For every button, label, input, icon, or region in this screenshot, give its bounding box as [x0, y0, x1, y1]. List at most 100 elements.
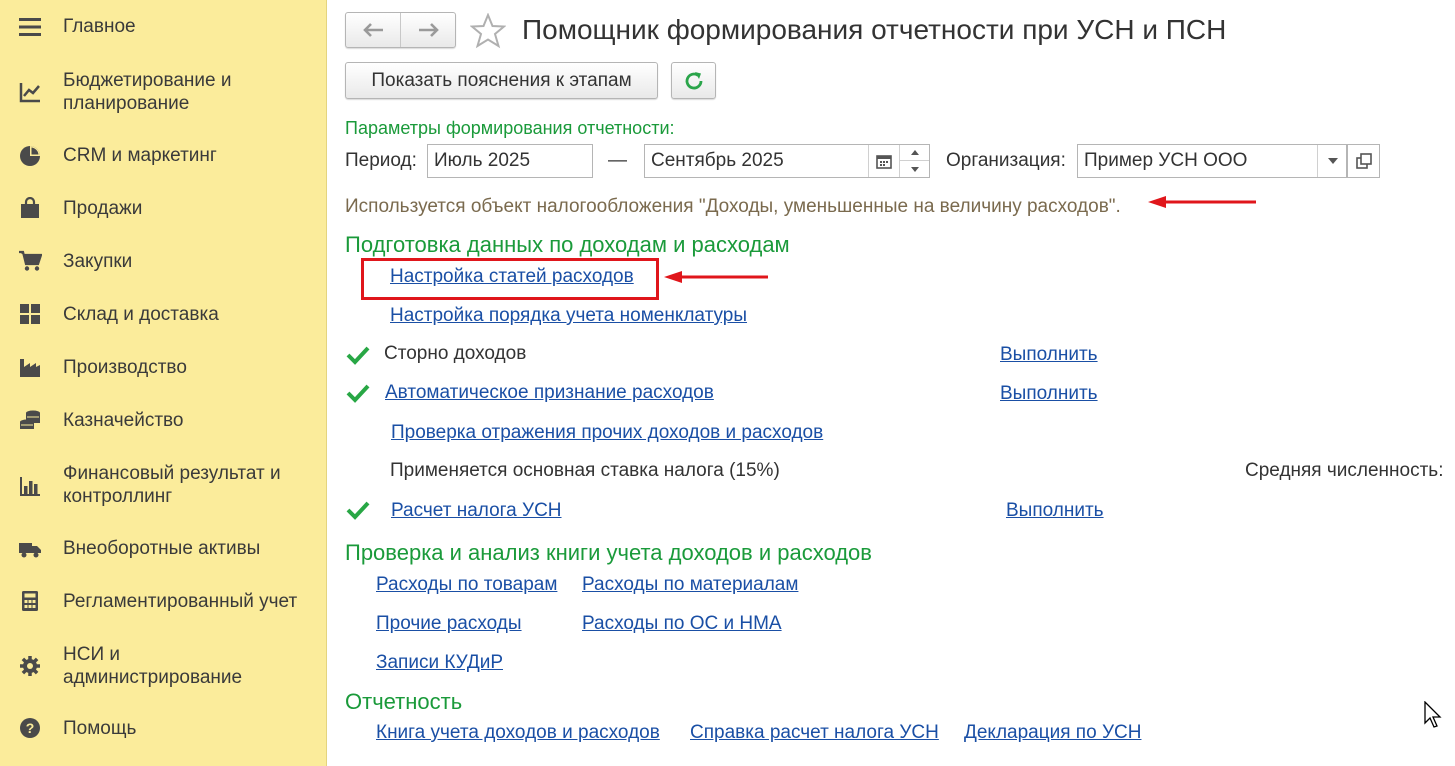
sidebar-item-label: CRM и маркетинг [63, 145, 217, 166]
nav-button-group [345, 12, 456, 48]
sidebar-item-budgeting[interactable]: Бюджетирование и планирование [0, 68, 327, 116]
tax-calc-link[interactable]: Расчет налога УСН [391, 500, 562, 522]
sidebar-item-label: Продажи [63, 198, 143, 219]
show-hints-button[interactable]: Показать пояснения к этапам [345, 62, 658, 99]
other-expenses-link[interactable]: Прочие расходы [376, 613, 522, 635]
goods-expenses-link[interactable]: Расходы по товарам [376, 574, 557, 596]
sidebar-item-label: НСИ и администрирование [63, 644, 243, 688]
gear-icon [18, 654, 42, 678]
sidebar-item-label: Главное [63, 16, 136, 37]
declaration-link[interactable]: Декларация по УСН [964, 722, 1141, 744]
question-icon: ? [18, 716, 42, 740]
materials-expenses-link[interactable]: Расходы по материалам [582, 574, 798, 596]
coins-icon [18, 408, 42, 432]
sidebar-item-label: Помощь [63, 718, 137, 739]
mouse-cursor-icon [1424, 701, 1442, 728]
auto-expenses-link[interactable]: Автоматическое признание расходов [385, 382, 714, 404]
period-to-field[interactable]: Сентябрь 2025 [644, 144, 930, 178]
period-up-button[interactable] [899, 145, 929, 161]
page-title: Помощник формирования отчетности при УСН… [522, 14, 1227, 45]
calendar-button[interactable] [868, 145, 899, 177]
org-label: Организация: [946, 150, 1066, 171]
sidebar: Главное Бюджетирование и планирование CR… [0, 0, 327, 766]
annotation-arrow-2 [664, 271, 768, 283]
kudir-records-link[interactable]: Записи КУДиР [376, 652, 503, 674]
tax-calc-run-link[interactable]: Выполнить [1006, 500, 1104, 522]
period-label: Период: [345, 150, 417, 171]
period-from-field[interactable]: Июль 2025 [427, 144, 593, 178]
org-dropdown-button[interactable] [1317, 145, 1347, 177]
refresh-icon [685, 71, 702, 89]
auto-expenses-run-link[interactable]: Выполнить [1000, 383, 1098, 405]
assets-expenses-link[interactable]: Расходы по ОС и НМА [582, 613, 782, 635]
period-down-button[interactable] [899, 161, 929, 177]
sidebar-item-label: Производство [63, 357, 187, 378]
avg-headcount-label: Средняя численность: [1245, 460, 1444, 481]
pie-chart-icon [18, 144, 42, 168]
shopping-bag-icon [18, 196, 42, 220]
analysis-heading: Проверка и анализ книги учета доходов и … [345, 540, 872, 565]
sidebar-item-label: Казначейство [63, 410, 184, 431]
svg-text:?: ? [26, 720, 35, 736]
menu-lines-icon [18, 15, 42, 39]
budget-chart-icon [18, 80, 42, 104]
tax-object-note: Используется объект налогообложения "Дох… [345, 196, 1121, 217]
reporting-heading: Отчетность [345, 689, 463, 714]
sidebar-item-regulated-accounting[interactable]: Регламентированный учет [0, 589, 327, 615]
back-button[interactable] [346, 13, 401, 47]
arrow-left-icon [363, 23, 383, 37]
storno-run-link[interactable]: Выполнить [1000, 344, 1098, 366]
sidebar-item-help[interactable]: ? Помощь [0, 716, 327, 742]
sidebar-item-main[interactable]: Главное [0, 14, 327, 40]
sidebar-item-fixed-assets[interactable]: Внеоборотные активы [0, 536, 327, 562]
factory-icon [18, 355, 42, 379]
sidebar-item-production[interactable]: Производство [0, 355, 327, 381]
sidebar-item-admin[interactable]: НСИ и администрирование [0, 642, 327, 690]
expense-items-settings-link[interactable]: Настройка статей расходов [390, 266, 634, 288]
check-icon [346, 384, 370, 403]
calendar-icon [876, 155, 892, 169]
sidebar-item-label: Регламентированный учет [63, 591, 298, 612]
bar-chart-icon [18, 474, 42, 498]
truck-icon [18, 536, 42, 560]
prep-heading: Подготовка данных по доходам и расходам [345, 232, 790, 257]
chevron-down-icon [1327, 158, 1338, 164]
sidebar-item-purchases[interactable]: Закупки [0, 249, 327, 275]
open-form-icon [1355, 153, 1372, 169]
chevron-down-icon [910, 166, 919, 172]
sidebar-item-warehouse[interactable]: Склад и доставка [0, 302, 327, 328]
org-value: Пример УСН ООО [1084, 150, 1248, 171]
sidebar-item-label: Закупки [63, 251, 133, 272]
org-select[interactable]: Пример УСН ООО [1077, 144, 1347, 178]
favorite-star-icon[interactable] [469, 12, 507, 49]
calculator-icon [18, 589, 42, 613]
arrow-right-icon [418, 23, 439, 37]
annotation-arrow-1 [1148, 196, 1256, 208]
cart-icon [18, 249, 42, 273]
check-icon [346, 501, 370, 520]
tax-rate-text: Применяется основная ставка налога (15%) [390, 460, 780, 481]
other-check-link[interactable]: Проверка отражения прочих доходов и расх… [391, 422, 823, 444]
org-open-button[interactable] [1347, 144, 1380, 178]
main-content: Помощник формирования отчетности при УСН… [328, 0, 1455, 766]
storno-label: Сторно доходов [384, 343, 527, 364]
income-book-link[interactable]: Книга учета доходов и расходов [376, 722, 660, 744]
params-section-label: Параметры формирования отчетности: [345, 118, 675, 138]
sidebar-item-treasury[interactable]: Казначейство [0, 408, 327, 434]
period-dash: — [608, 150, 627, 171]
period-to-value: Сентябрь 2025 [651, 150, 784, 171]
sidebar-item-crm[interactable]: CRM и маркетинг [0, 143, 327, 169]
tax-statement-link[interactable]: Справка расчет налога УСН [690, 722, 939, 744]
sidebar-item-label: Финансовый результат и контроллинг [63, 463, 281, 507]
sidebar-item-sales[interactable]: Продажи [0, 196, 327, 222]
sidebar-item-label: Бюджетирование и планирование [63, 70, 232, 114]
refresh-button[interactable] [671, 62, 716, 99]
forward-button[interactable] [401, 13, 456, 47]
sidebar-item-financial-result[interactable]: Финансовый результат и контроллинг [0, 461, 327, 509]
nomenclature-settings-link[interactable]: Настройка порядка учета номенклатуры [390, 305, 747, 327]
sidebar-item-label: Внеоборотные активы [63, 538, 261, 559]
check-icon [346, 346, 370, 365]
warehouse-grid-icon [18, 302, 42, 326]
chevron-up-icon [910, 150, 919, 155]
sidebar-item-label: Склад и доставка [63, 304, 219, 325]
